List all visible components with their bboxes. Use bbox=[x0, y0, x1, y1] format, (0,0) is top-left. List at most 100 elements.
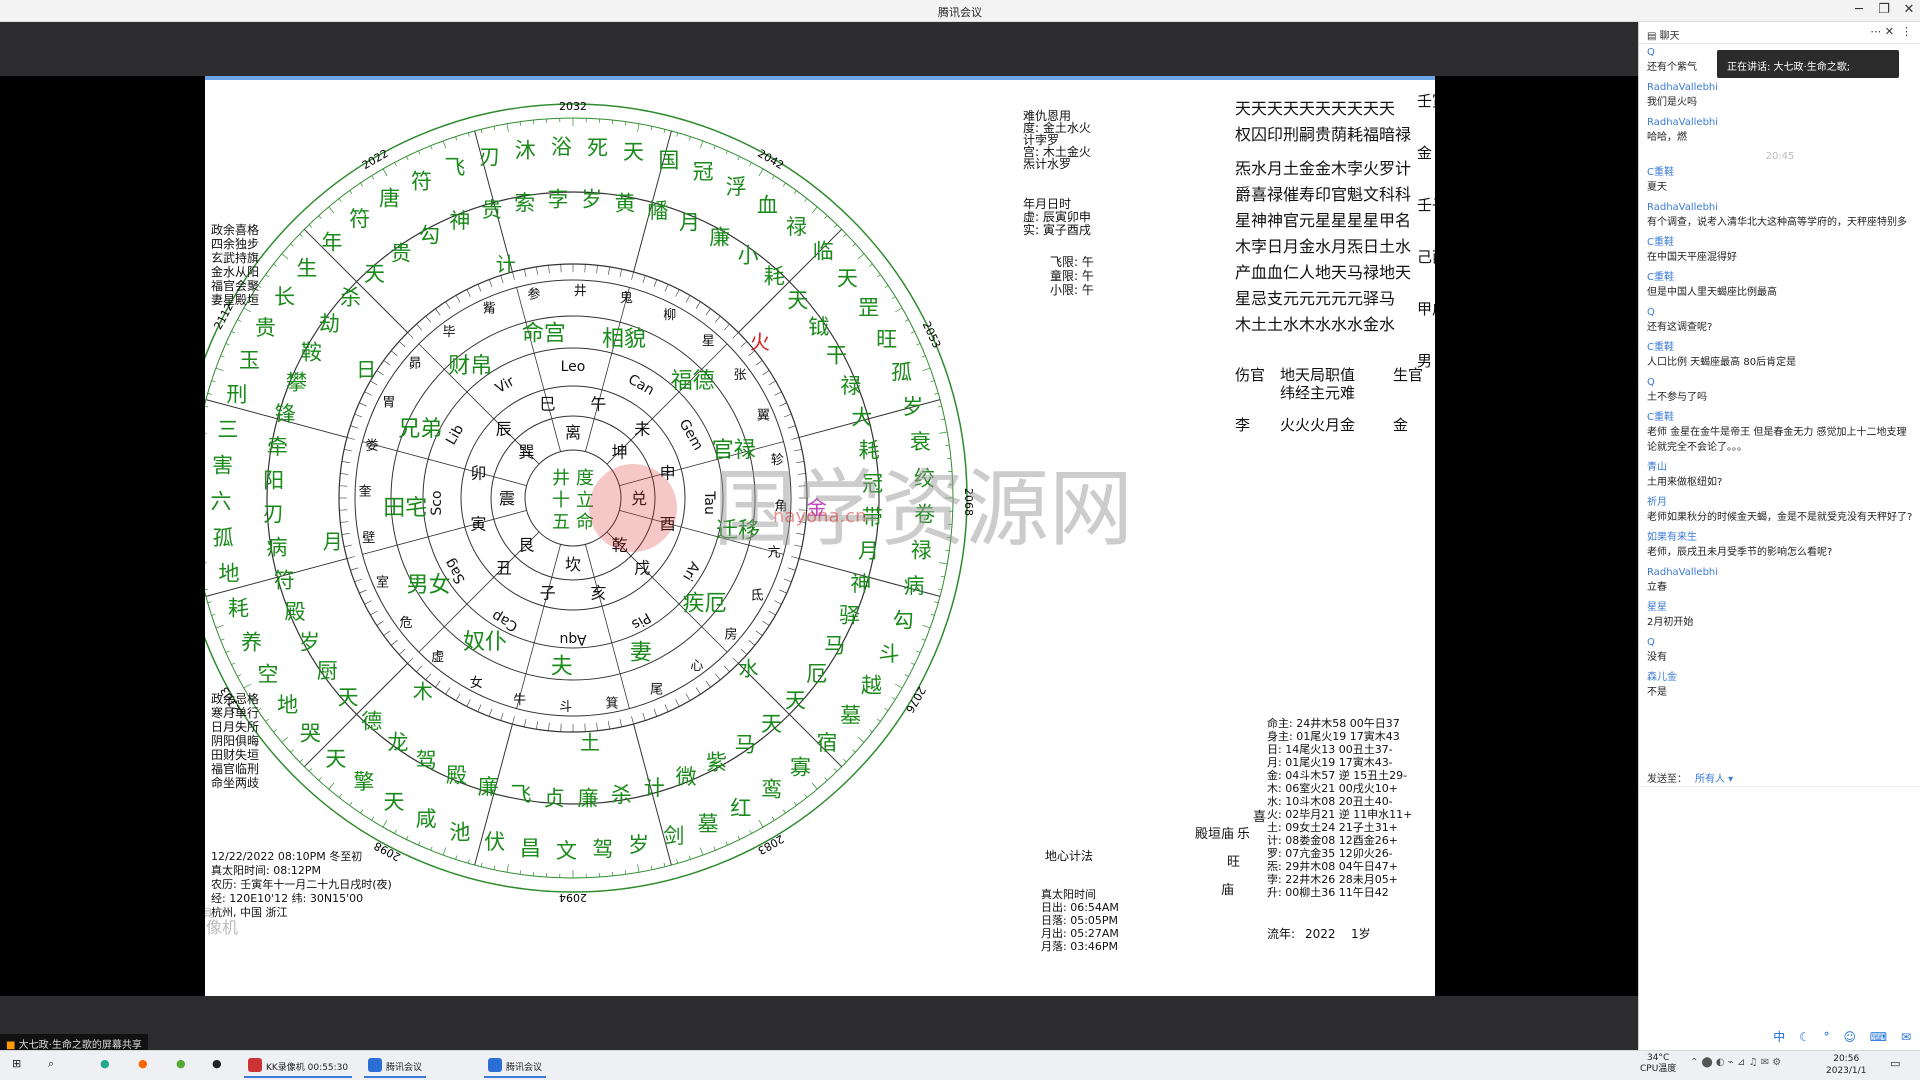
outer-star-label: 三 bbox=[217, 418, 238, 442]
chat-sender[interactable]: Q bbox=[1647, 306, 1913, 320]
more-icon[interactable]: ⋯ ✕ bbox=[1870, 25, 1894, 38]
tick-mark bbox=[904, 674, 909, 677]
tick-mark bbox=[930, 613, 935, 616]
mansion-label: 危 bbox=[399, 616, 412, 631]
time-text: 年月日时 bbox=[1023, 197, 1071, 211]
palace-label: 财帛 bbox=[448, 354, 492, 379]
taskbar-app-meeting-2[interactable]: 腾讯会议 bbox=[484, 1054, 547, 1078]
clock[interactable]: 20:56 2023/1/1 bbox=[1826, 1053, 1866, 1077]
middle-star-label: 天 bbox=[364, 262, 385, 286]
tick-mark bbox=[934, 392, 939, 395]
dignity-label: 喜 bbox=[1253, 810, 1266, 825]
middle-star-label: 驾 bbox=[416, 749, 437, 773]
palace-label: 田宅 bbox=[383, 496, 427, 521]
chat-sender[interactable]: RadhaVallebhi bbox=[1647, 201, 1913, 215]
time-text: 虚: 辰寅卯申 bbox=[1023, 209, 1091, 224]
flow-year-value: 2022 bbox=[1305, 927, 1336, 941]
star-row: 木孛日月金水月炁日土水 bbox=[1235, 237, 1411, 256]
inner-tick-mark bbox=[762, 370, 770, 376]
right-mid-text: 生官 bbox=[1393, 366, 1423, 384]
middle-star-label: 贞 bbox=[544, 786, 565, 810]
chat-text: 不是 bbox=[1647, 687, 1667, 698]
chat-sender[interactable]: RadhaVallebhi bbox=[1647, 566, 1913, 580]
middle-star-label: 攀 bbox=[286, 370, 307, 394]
planet-mark: 月 bbox=[323, 529, 343, 553]
tick-mark bbox=[884, 707, 889, 711]
pillar-text: 甲戌 bbox=[1417, 300, 1435, 318]
tick-mark bbox=[922, 367, 931, 372]
chat-sender[interactable]: C重鞋 bbox=[1647, 271, 1913, 285]
qq-icon[interactable]: ● bbox=[212, 1057, 222, 1070]
inner-tick-mark bbox=[390, 639, 398, 646]
chat-text: 老师 金星在金牛是帝王 但是春金无力 感觉加上十二地支理论就完全不会论了。。。 bbox=[1647, 427, 1907, 453]
inner-tick-mark bbox=[724, 323, 730, 331]
chat-sender[interactable]: C重鞋 bbox=[1647, 236, 1913, 250]
tick-mark bbox=[519, 870, 522, 875]
outer-star-label: 咸 bbox=[416, 807, 437, 831]
wechat-icon[interactable]: ● bbox=[100, 1057, 110, 1070]
screen-share-status: ■ 大七政·生命之歌的屏幕共享 bbox=[0, 1034, 148, 1051]
inner-tick-mark bbox=[376, 370, 384, 376]
inner-tick-mark bbox=[705, 308, 711, 316]
middle-star-label: 小 bbox=[738, 243, 759, 267]
tick-mark bbox=[382, 168, 388, 177]
taskbar-app-kk[interactable]: KK录像机 00:55:30 bbox=[244, 1054, 353, 1078]
pattern-text: 金水从阳 bbox=[211, 264, 259, 279]
app-icon[interactable]: ● bbox=[176, 1057, 186, 1070]
maximize-icon[interactable]: ❐ bbox=[1873, 2, 1895, 17]
minimize-icon[interactable]: ─ bbox=[1848, 2, 1870, 17]
chat-sender[interactable]: Q bbox=[1647, 376, 1913, 390]
window-title: 腾讯会议 bbox=[938, 6, 982, 19]
outer-star-label: 岁 bbox=[902, 395, 923, 419]
chat-sender[interactable]: C重鞋 bbox=[1647, 341, 1913, 355]
tray-icons[interactable]: ⌃ ⬤ ◐ ⌁ ⊿ ♫ ✉ ⚙ bbox=[1690, 1057, 1781, 1068]
chat-text: 人口比例 天蝎座最高 80后肯定是 bbox=[1647, 357, 1797, 368]
inner-tick-mark bbox=[783, 413, 792, 418]
chat-sender[interactable]: RadhaVallebhi bbox=[1647, 116, 1913, 130]
chat-sender[interactable]: C重鞋 bbox=[1647, 166, 1913, 180]
tick-mark bbox=[281, 736, 289, 743]
tick-mark bbox=[869, 263, 873, 267]
chat-sender[interactable]: 祈月 bbox=[1647, 496, 1913, 510]
tick-mark bbox=[406, 156, 409, 161]
inner-tick-mark bbox=[685, 295, 691, 303]
trigram-label: 巽 bbox=[518, 442, 534, 461]
middle-star-label: 鞍 bbox=[301, 340, 322, 364]
inner-tick-mark bbox=[740, 649, 748, 655]
outer-star-label: 红 bbox=[730, 796, 751, 820]
tick-mark bbox=[430, 846, 433, 851]
tick-mark bbox=[207, 392, 212, 395]
chat-message: RadhaVallebhi 哈哈，燃 bbox=[1647, 116, 1913, 145]
notification-icon[interactable]: ▭ bbox=[1890, 1057, 1900, 1070]
tick-mark bbox=[205, 588, 209, 591]
chat-text: 哈哈，燃 bbox=[1647, 132, 1687, 143]
chat-message-list[interactable]: Q 还有个紫气 RadhaVallebhi 我们是火吗 RadhaVallebhi 哈哈，… bbox=[1647, 46, 1913, 706]
outer-star-label: 符 bbox=[349, 207, 370, 231]
tick-mark bbox=[713, 846, 716, 851]
chat-sender[interactable]: 星星 bbox=[1647, 601, 1913, 615]
middle-star-label: 天 bbox=[761, 712, 782, 736]
chat-sender[interactable]: 如果有来生 bbox=[1647, 531, 1913, 545]
pin-icon[interactable]: ⋮ bbox=[1901, 25, 1912, 38]
ime-toolbar[interactable]: 中 ☾ ° ☺ ⌨ ✉ bbox=[1773, 1028, 1916, 1045]
chat-sender[interactable]: Q bbox=[1647, 636, 1913, 650]
mansion-label: 女 bbox=[470, 675, 483, 691]
chat-input-area[interactable] bbox=[1639, 786, 1920, 1050]
chat-sender[interactable]: RadhaVallebhi bbox=[1647, 81, 1913, 95]
chat-sender[interactable]: 青山 bbox=[1647, 461, 1913, 475]
outer-star-label: 地 bbox=[218, 562, 239, 586]
firefox-icon[interactable]: ● bbox=[138, 1057, 148, 1070]
send-to-row: 发送至： 所有人 ▾ bbox=[1647, 770, 1733, 785]
search-icon[interactable]: ⌕ bbox=[48, 1057, 54, 1071]
inner-tick-mark bbox=[664, 704, 669, 712]
inner-tick-mark bbox=[445, 687, 451, 695]
send-to-dropdown[interactable]: 所有人 ▾ bbox=[1695, 774, 1733, 785]
chat-sender[interactable]: C重鞋 bbox=[1647, 411, 1913, 425]
mansion-label: 氐 bbox=[751, 589, 764, 604]
chat-sender[interactable]: 森儿金 bbox=[1647, 671, 1913, 685]
close-icon[interactable]: ✕ bbox=[1898, 2, 1920, 17]
middle-star-label: 岁 bbox=[299, 630, 320, 654]
taskbar-app-meeting-1[interactable]: 腾讯会议 bbox=[364, 1054, 427, 1078]
start-icon[interactable]: ⊞ bbox=[12, 1057, 21, 1070]
speaking-indicator: 正在讲话: 大七政·生命之歌; bbox=[1717, 50, 1899, 78]
